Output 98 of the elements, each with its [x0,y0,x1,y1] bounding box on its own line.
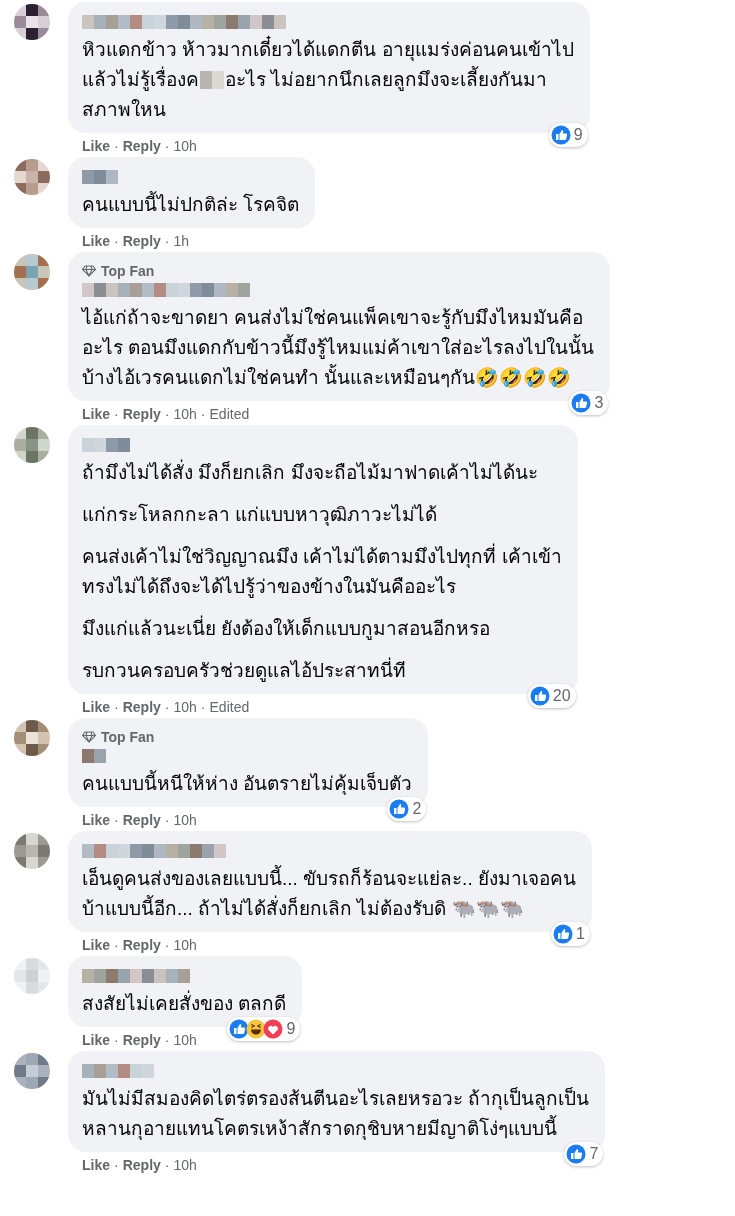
blurred-name [82,749,106,763]
comment-text: อะไร ไม่อยากนึกเลยลูกมึงจะเลี้ยงกันมา [225,65,548,95]
comment-text: เอ็นดูคนส่งของเลยแบบนี้... ขับรถก็ร้อนจะแย่ละ.. ยังมาเจอคน บ้าแบบนี้อีก... ถ้าไม่ได้สั่งก็ยกเลิก ไม่ต้องรับดิ 🐃🐃🐃 [82,864,576,924]
meta-text: Edited [209,698,250,716]
separator-dot: · [200,405,206,423]
meta-text: 10h [173,1156,197,1174]
separator-dot: · [114,698,119,716]
meta-text: 10h [173,698,197,716]
blurred-avatar [14,1053,50,1089]
separator-dot: · [164,936,170,954]
thumbs-up-icon [389,799,410,819]
diamond-icon [82,731,96,743]
separator-dot: · [164,405,170,423]
comment-text: คนแบบนี้หนีให้ห่าง อันตรายไม่คุ้มเจ็บตัว [82,769,413,799]
reaction-count: 7 [589,1144,599,1164]
reaction-count-badge[interactable]: 7 [564,1142,604,1166]
blurred-name [82,438,130,452]
comment-text: หิวแดกข้าว ห้าวมากเดี๋ยวได้แดกตีน อายุแมร่งค่อนคนเข้าไป [82,35,574,65]
reaction-count: 9 [286,1019,296,1039]
reaction-count-badge[interactable]: 9 [227,1017,301,1041]
blurred-avatar [14,958,50,994]
reaction-count-badge[interactable]: 1 [551,922,590,946]
action-link[interactable]: Reply [122,1031,161,1049]
comment-text: แล้วไม่รู้เรื่องค [82,65,199,95]
reaction-count: 3 [594,393,604,413]
comment-text: คนแบบนี้ไม่ปกติล่ะ โรคจิต [82,190,300,220]
separator-dot: · [200,698,206,716]
comment-text: สงสัยไม่เคยสั่งของ ตลกดี [82,989,287,1019]
blurred-avatar [14,159,50,195]
blurred-avatar [14,427,50,463]
action-link[interactable]: Reply [122,936,161,954]
reaction-count-badge[interactable]: 2 [387,797,427,821]
blurred-avatar [14,833,50,869]
thumbs-up-icon [229,1019,250,1039]
separator-dot: · [114,1031,119,1049]
reaction-count: 1 [576,924,585,944]
meta-text: 10h [173,1031,197,1049]
action-link[interactable]: Like [82,698,110,716]
action-link[interactable]: Reply [122,1156,161,1174]
action-link[interactable]: Like [82,405,110,423]
reaction-count-badge[interactable]: 3 [569,391,609,415]
reaction-count-badge[interactable]: 9 [548,123,588,147]
reaction-count: 20 [552,686,571,706]
meta-text: 1h [173,232,190,250]
action-link[interactable]: Reply [122,405,161,423]
separator-dot: · [114,137,119,155]
thumbs-up-icon [550,125,571,145]
comment-text: ถ้ามึงไม่ได้สั่ง มึงก็ยกเลิก มึงจะถือไม้มาฟาดเค้าไม่ได้นะ [82,458,562,488]
reaction-count: 9 [573,125,583,145]
separator-dot: · [164,1156,170,1174]
thumbs-up-icon [566,1144,587,1164]
meta-text: 10h [173,137,197,155]
thumbs-up-icon [571,393,592,413]
blurred-name [82,170,118,184]
separator-dot: · [114,936,119,954]
separator-dot: · [114,1156,119,1174]
comment-text: รบกวนครอบครัวช่วยดูแลไอ้ประสาทนี่ที [82,656,562,686]
separator-dot: · [164,137,170,155]
action-link[interactable]: Like [82,137,110,155]
laughing-face-icon [246,1019,267,1039]
diamond-icon [82,265,96,277]
action-link[interactable]: Like [82,1156,110,1174]
top-fan-label: Top Fan [101,261,155,281]
meta-text: 10h [173,405,197,423]
blurred-name [82,1064,154,1078]
action-link[interactable]: Reply [122,811,161,829]
separator-dot: · [114,811,119,829]
separator-dot: · [164,698,170,716]
meta-text: 10h [173,811,197,829]
action-link[interactable]: Like [82,1031,110,1049]
comment-text: มึงแก่แล้วนะเนี่ย ยังต้องให้เด็กแบบกูมาสอนอีกหรอ [82,614,562,644]
action-link[interactable]: Reply [122,232,161,250]
comment-text: สภาพใหน [82,98,166,122]
action-link[interactable]: Like [82,232,110,250]
comment-text: ไอ้แก่ถ้าจะขาดยา คนส่งไม่ใช่คนแพ็คเขาจะรู้กับมึงไหมมันคือ อะไร ตอนมึงแดกกับข้าวนี้มึงรู้ไหมแม่ค้าเขาใส่อะไรลงไปในนั้น บ้างไอ้เวรคนแดกไม่ใช่คนทำ นั้นและเหมือนๆกัน🤣🤣🤣🤣 [82,305,595,390]
separator-dot: · [114,232,119,250]
blurred-avatar [14,720,50,756]
blurred-avatar [14,4,50,40]
top-fan-label: Top Fan [101,727,155,747]
thumbs-up-icon [553,924,574,944]
separator-dot: · [164,1031,170,1049]
comment-text: มันไม่มีสมองคิดไตร่ตรองส้นตีนอะไรเลยหรอวะ ถ้ากุเป็นลูกเป็น หลานกุอายแทนโคตรเหง้าสักราดกุชิบหายมีญาติโง่ๆแบบนี้ [82,1086,590,1142]
action-link[interactable]: Like [82,811,110,829]
blurred-avatar [14,254,50,290]
comment-text: แก่กระโหลกกะลา แก่แบบหาวุฒิภาวะไม่ได้ [82,502,439,528]
separator-dot: · [164,811,170,829]
action-link[interactable]: Like [82,936,110,954]
censored-mosaic [200,71,224,89]
action-link[interactable]: Reply [122,137,161,155]
action-link[interactable]: Reply [122,698,161,716]
meta-text: Edited [209,405,250,423]
reaction-count: 2 [412,799,422,819]
meta-text: 10h [173,936,197,954]
comment-text: คนส่งเค้าไม่ใช่วิญญาณมึง เค้าไม่ได้ตามมึงไปทุกที่ เค้าเข้า ทรงไม่ได้ถึงจะได้ไปรู้ว่าของข้างในมันคืออะไร [82,542,562,602]
reaction-count-badge[interactable]: 20 [527,684,576,708]
separator-dot: · [164,232,170,250]
thumbs-up-icon [529,686,550,706]
separator-dot: · [114,405,119,423]
